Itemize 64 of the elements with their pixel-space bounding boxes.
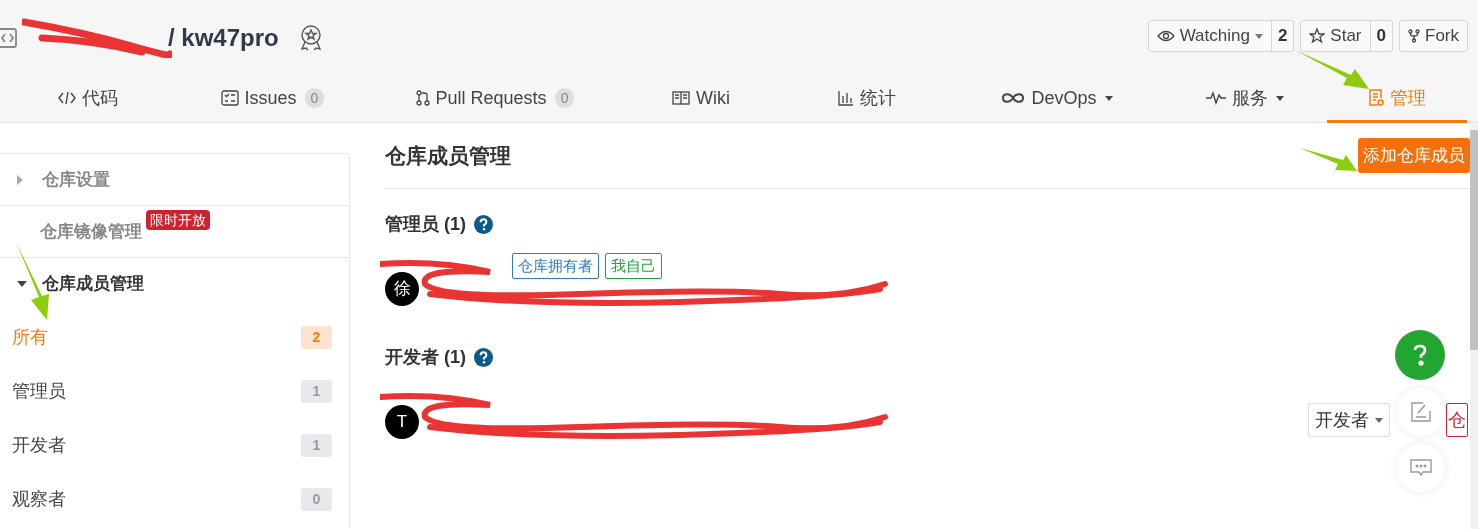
caret-right-icon (17, 174, 23, 185)
caret-down-icon (17, 281, 27, 287)
checklist-icon (220, 90, 239, 106)
count-badge: 2 (301, 325, 332, 349)
member-filter[interactable]: 开发者 1 (0, 418, 349, 472)
group-heading: 管理员 (1) (385, 213, 466, 236)
count-badge: 1 (301, 433, 332, 457)
count-badge: 0 (301, 487, 332, 511)
nav-tab[interactable]: Issues 0 (175, 76, 370, 123)
avatar[interactable]: 徐 (385, 272, 419, 306)
caret-icon (1254, 33, 1263, 39)
repo-action-button[interactable]: Watching (1148, 21, 1271, 51)
infinity-icon (1001, 92, 1026, 104)
award-icon (298, 25, 323, 51)
annotation-arrow (1300, 146, 1358, 174)
sidebar-section-label[interactable]: 仓库设置 (42, 166, 110, 193)
repo-path[interactable]: / kw47pro (168, 20, 279, 56)
member-filter[interactable]: 管理员 1 (0, 364, 349, 418)
repo-action-button[interactable]: Fork (1400, 21, 1467, 51)
role-select[interactable]: 开发者 (1308, 403, 1390, 437)
edit-button[interactable] (1397, 388, 1445, 436)
nav-tab[interactable]: Pull Requests 0 (370, 76, 620, 123)
count-badge: 1 (301, 379, 332, 403)
nav-tab[interactable]: Wiki (620, 76, 782, 123)
remove-member-button[interactable]: 仓 (1446, 403, 1468, 437)
sidebar-section-label[interactable]: 仓库镜像管理 (40, 218, 142, 245)
book-icon (672, 91, 690, 105)
page-title: 仓库成员管理 (385, 142, 511, 169)
pull-request-icon (415, 90, 430, 106)
sidebar-section[interactable]: 仓库设置 (0, 154, 349, 206)
document-gear-icon (1368, 89, 1384, 107)
caret-icon (1275, 95, 1284, 101)
help-button[interactable] (1395, 330, 1445, 380)
caret-icon (1104, 95, 1113, 101)
limited-badge: 限时开放 (146, 210, 210, 230)
help-icon (474, 215, 493, 234)
question-icon (1413, 344, 1427, 366)
role-tag: 仓库拥有者 (512, 253, 599, 279)
chat-button[interactable] (1397, 444, 1445, 492)
code-icon (57, 91, 76, 105)
eye-icon (1156, 30, 1175, 42)
chat-icon (1410, 459, 1432, 477)
count-label[interactable]: 2 (1270, 21, 1294, 51)
sidebar-section[interactable]: 仓库成员管理 (0, 258, 349, 310)
repo-code-icon (0, 28, 18, 48)
sidebar-section-label[interactable]: 仓库成员管理 (42, 271, 144, 297)
role-tag: 我自己 (605, 253, 662, 279)
edit-icon (1411, 402, 1431, 422)
fork-icon (1408, 29, 1420, 43)
bar-chart-icon (838, 90, 854, 106)
nav-tab[interactable]: 统计 (782, 76, 952, 123)
member-filter[interactable]: 观察者 0 (0, 472, 349, 526)
nav-tab[interactable]: 代码 (0, 76, 175, 123)
repo-action-button[interactable]: Star (1301, 21, 1370, 51)
caret-icon (1375, 417, 1383, 423)
nav-tab[interactable]: 服务 (1162, 76, 1327, 123)
avatar[interactable]: T (385, 405, 419, 439)
star-icon (1309, 28, 1326, 44)
pulse-icon (1205, 91, 1226, 105)
sidebar-section[interactable]: 仓库镜像管理 限时开放 (0, 206, 349, 258)
group-heading: 开发者 (1) (385, 346, 466, 369)
count-label[interactable]: 0 (1369, 21, 1392, 51)
help-icon (474, 348, 493, 367)
nav-tab[interactable]: DevOps (952, 76, 1162, 123)
